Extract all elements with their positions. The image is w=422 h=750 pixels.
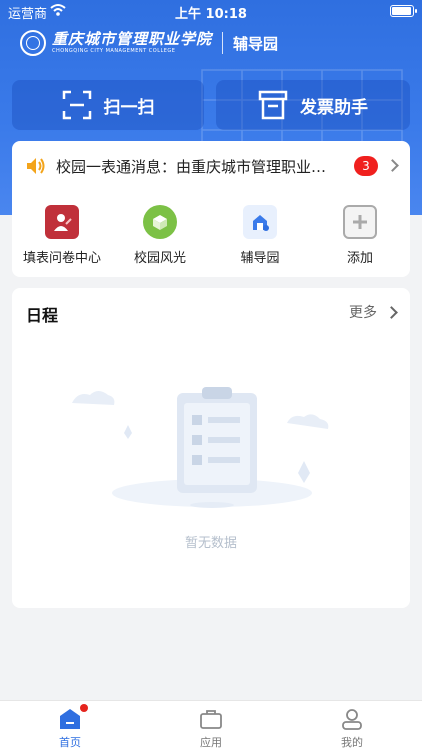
status-time: 上午 10:18 [175, 7, 247, 22]
plus-icon [343, 205, 377, 239]
app-form-center[interactable]: 填表问卷中心 [12, 205, 112, 269]
app-label: 校园风光 [133, 251, 186, 266]
bottom-tab-bar: 首页 应用 我的 [0, 700, 422, 750]
user-icon [340, 707, 364, 731]
campus-scenery-icon [143, 205, 177, 239]
notice-card: 校园一表通消息：由重庆城市管理职业学院 3 填表问卷中心 校园风光 辅导园 添加 [12, 141, 410, 277]
notice-text: 校园一表通消息：由重庆城市管理职业学院 [56, 157, 336, 176]
counseling-icon [243, 205, 277, 239]
tab-label: 首页 [59, 736, 81, 749]
school-name-en: CHONGQING CITY MANAGEMENT COLLEGE [52, 48, 176, 54]
invoice-label: 发票助手 [300, 97, 368, 118]
battery-icon [390, 5, 417, 17]
schedule-card: 日程 更多 暂无数据 [12, 288, 410, 608]
scan-label: 扫一扫 [103, 97, 155, 118]
app-grid: 填表问卷中心 校园风光 辅导园 添加 [12, 205, 410, 269]
notification-dot [80, 704, 88, 712]
scan-button[interactable]: 扫一扫 [12, 80, 204, 130]
app-campus-scenery[interactable]: 校园风光 [110, 205, 210, 269]
logo-divider [222, 32, 224, 54]
module-name: 辅导园 [233, 34, 279, 53]
unread-badge: 3 [354, 156, 378, 176]
app-counseling[interactable]: 辅导园 [210, 205, 310, 269]
invoice-assistant-button[interactable]: 发票助手 [216, 80, 410, 130]
tab-home[interactable]: 首页 [0, 701, 140, 750]
tab-apps[interactable]: 应用 [141, 701, 281, 750]
app-label: 添加 [346, 251, 373, 266]
tab-label: 我的 [341, 736, 363, 749]
school-logo-bar: 重庆城市管理职业学院 CHONGQING CITY MANAGEMENT COL… [20, 28, 278, 58]
scan-icon [62, 90, 91, 120]
speaker-icon [27, 158, 45, 174]
invoice-icon [258, 90, 288, 120]
tab-mine[interactable]: 我的 [282, 701, 422, 750]
empty-clipboard-illustration [72, 387, 329, 508]
chevron-right-icon [385, 305, 398, 319]
schedule-more-link[interactable]: 更多 [349, 302, 398, 322]
app-label: 填表问卷中心 [22, 251, 101, 266]
empty-state-text: 暂无数据 [184, 536, 237, 551]
tab-label: 应用 [200, 736, 222, 749]
more-label: 更多 [349, 305, 377, 321]
schedule-title: 日程 [26, 306, 59, 325]
school-name-cn: 重庆城市管理职业学院 [52, 30, 213, 48]
form-icon [45, 205, 79, 239]
chevron-right-icon [386, 159, 399, 172]
app-label: 辅导园 [240, 251, 280, 266]
notice-banner[interactable]: 校园一表通消息：由重庆城市管理职业学院 3 [12, 141, 410, 191]
home-icon [58, 704, 88, 731]
briefcase-icon [199, 707, 223, 731]
app-add[interactable]: 添加 [310, 205, 410, 269]
status-bar: 运营商 上午 10:18 [0, 0, 422, 22]
school-seal-icon [20, 30, 46, 56]
